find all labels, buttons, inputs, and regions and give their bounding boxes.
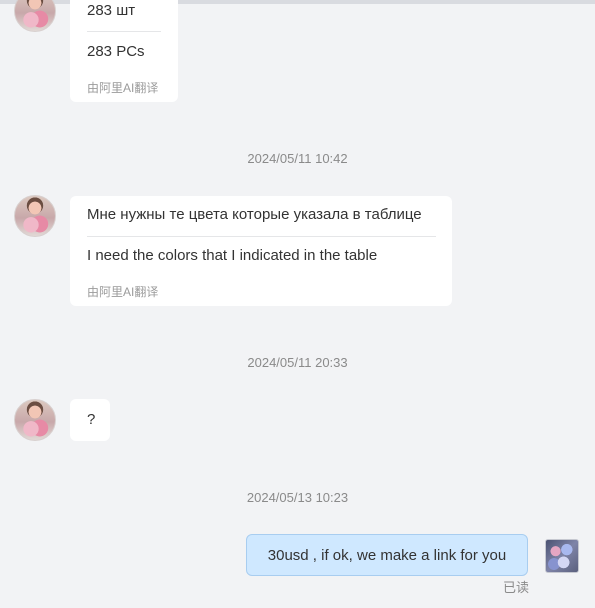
message-text: ? [87, 411, 96, 428]
avatar[interactable] [14, 399, 56, 441]
chat-history: 283 шт 283 PCs 由阿里AI翻译 2024/05/11 10:42 … [0, 0, 595, 608]
message-bubble-283-pcs[interactable]: 283 шт 283 PCs 由阿里AI翻译 [70, 0, 178, 102]
message-text: 30usd , if ok, we make a link for you [267, 546, 507, 564]
avatar[interactable] [14, 0, 56, 32]
translation-note: 由阿里AI翻译 [87, 81, 159, 95]
translation-divider [87, 31, 161, 32]
translation-note: 由阿里AI翻译 [87, 285, 159, 299]
message-text: Мне нужны те цвета которые указала в таб… [87, 206, 422, 223]
translation-text: I need the colors that I indicated in th… [87, 247, 378, 264]
avatar[interactable] [545, 539, 579, 573]
message-timestamp: 2024/05/13 10:23 [246, 490, 349, 505]
message-timestamp: 2024/05/11 20:33 [247, 355, 348, 370]
avatar[interactable] [14, 195, 56, 237]
read-status: 已读 [503, 580, 530, 595]
outgoing-message-bubble[interactable]: 30usd , if ok, we make a link for you [246, 534, 528, 576]
translation-divider [87, 236, 436, 237]
message-text: 283 шт [87, 2, 136, 19]
translation-text: 283 PCs [87, 43, 145, 60]
message-bubble-question[interactable]: ? [70, 399, 110, 441]
message-bubble-colors[interactable]: Мне нужны те цвета которые указала в таб… [70, 196, 452, 306]
message-timestamp: 2024/05/11 10:42 [247, 151, 348, 166]
